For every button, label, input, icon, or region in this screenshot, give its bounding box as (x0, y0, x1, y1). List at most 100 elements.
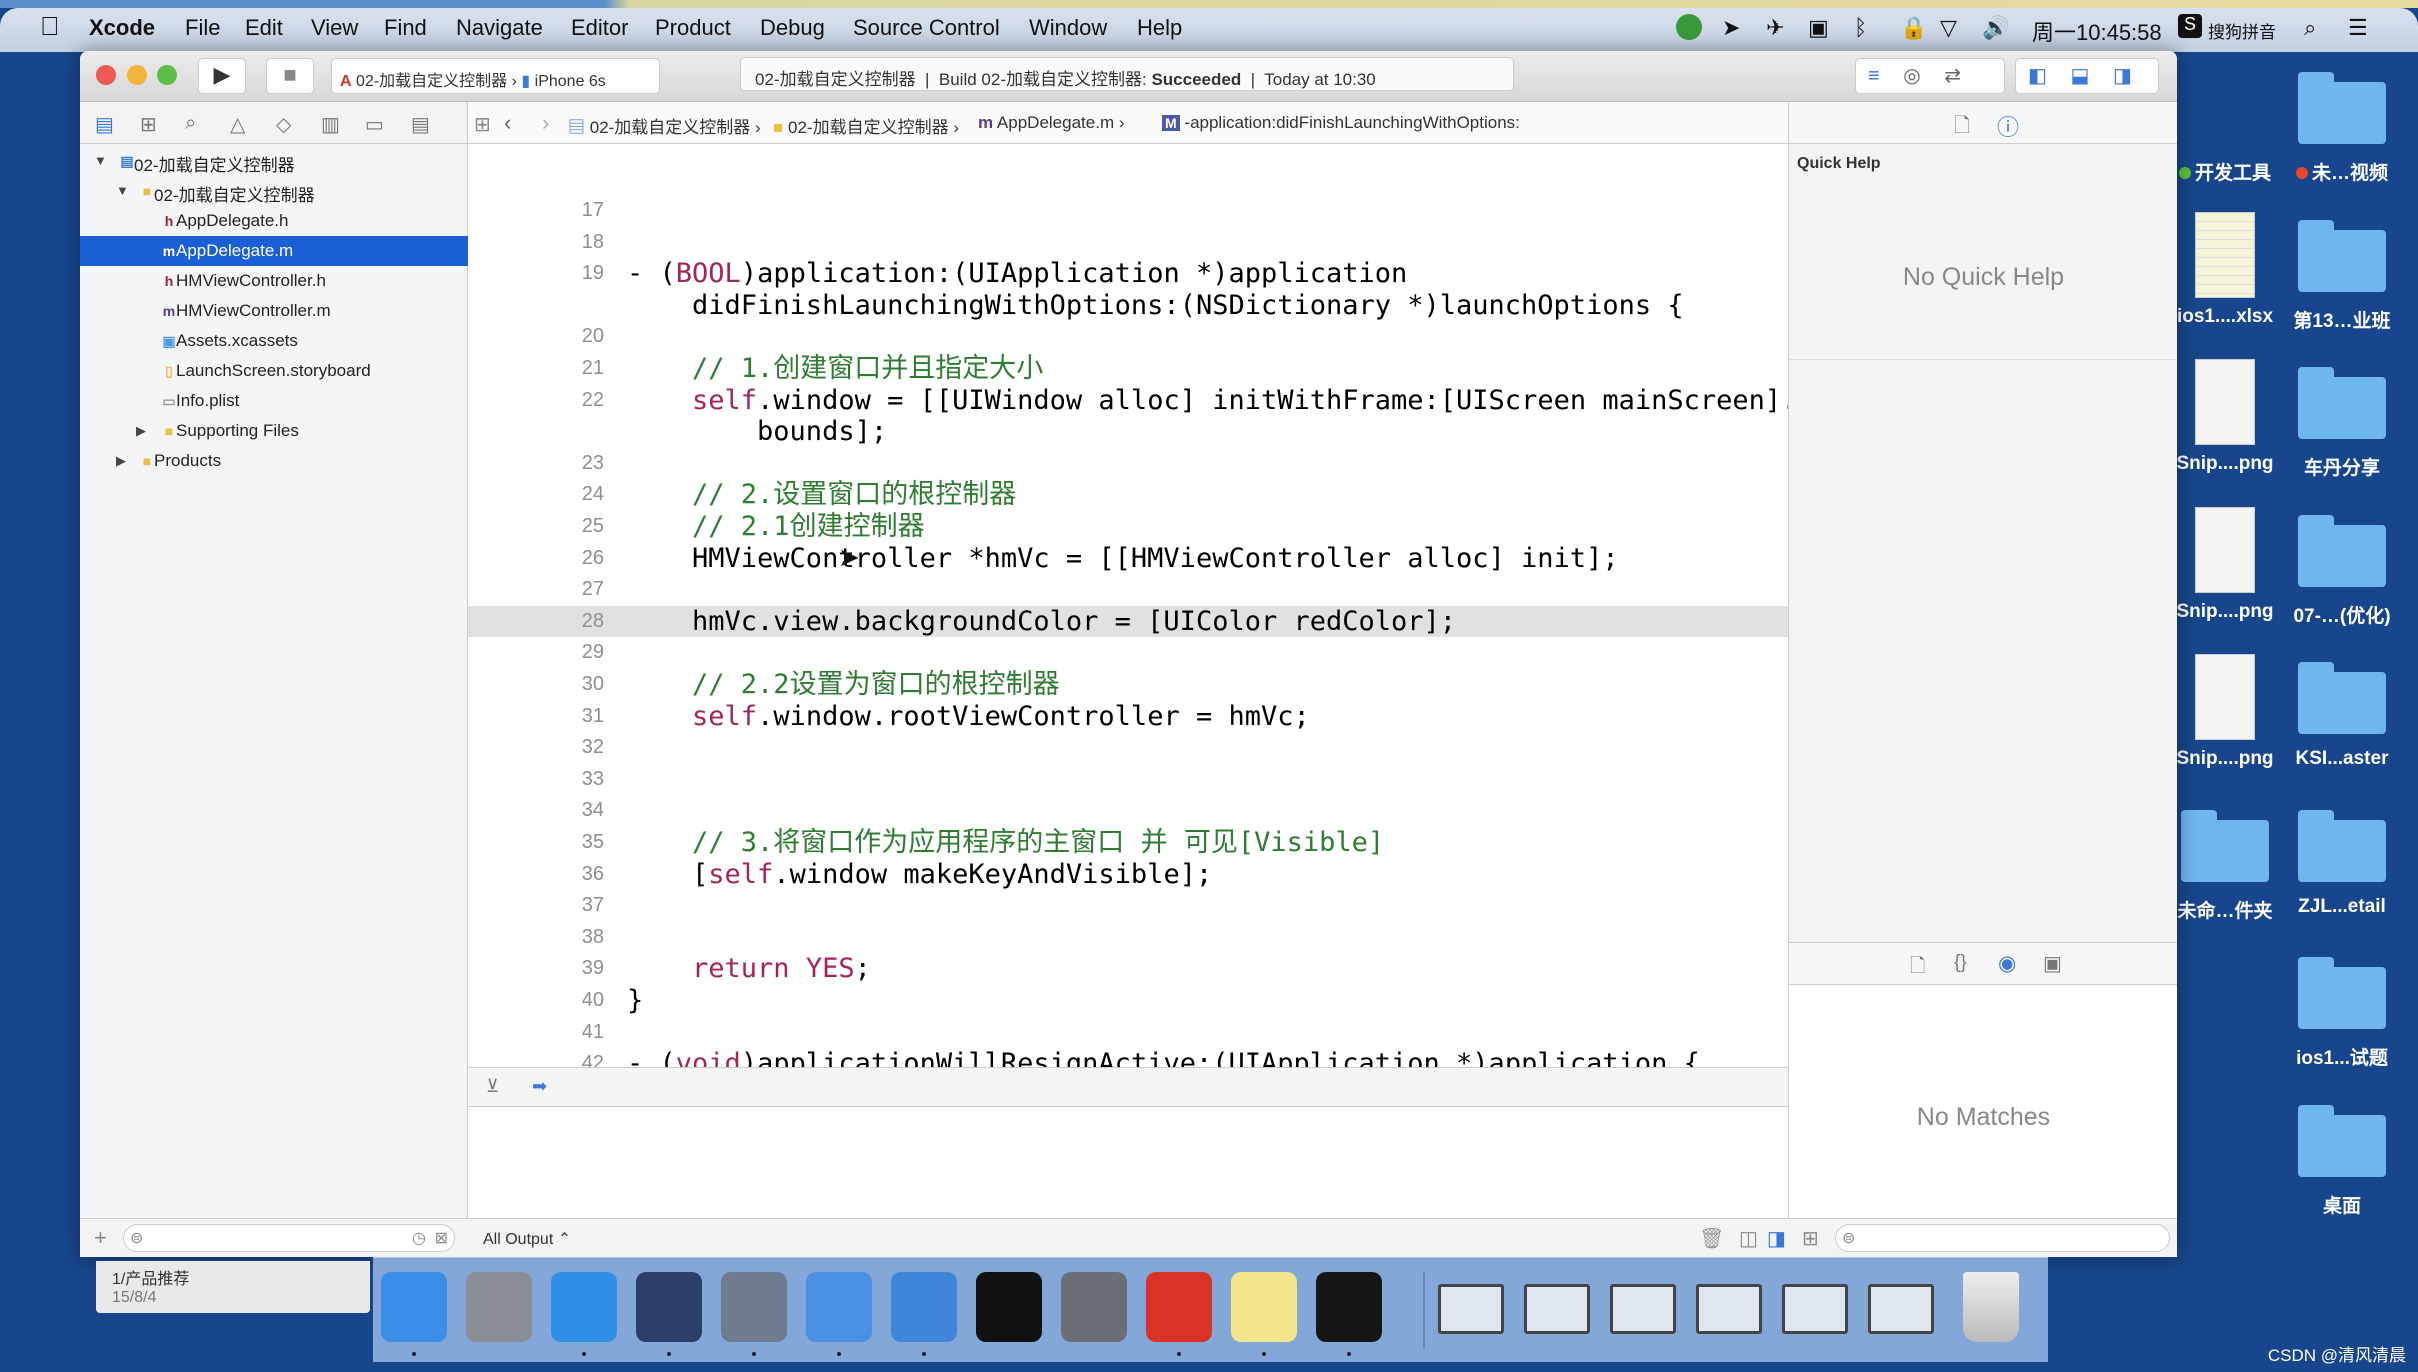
assistant-editor-icon[interactable]: ◎ (1903, 65, 1920, 87)
menu-editor[interactable]: Editor (571, 15, 628, 41)
disclosure-open-icon[interactable]: ▼ (94, 153, 107, 168)
app-green-icon[interactable] (1676, 14, 1702, 40)
lock-icon[interactable]: 🔒 (1900, 15, 1927, 41)
code-line[interactable]: 21 // 1.创建窗口并且指定大小 (468, 353, 1788, 385)
code-line[interactable]: 19 - (BOOL)application:(UIApplication *)a… (468, 258, 1788, 290)
breakpoint-navigator-icon[interactable]: ▭ (365, 112, 384, 137)
code-line[interactable]: bounds]; (468, 416, 1788, 448)
desktop-item[interactable]: Snip....png (2165, 644, 2285, 792)
file-inspector-icon[interactable]: 🗋 (1954, 111, 1970, 145)
code-line[interactable]: 36 [self.window makeKeyAndVisible]; (468, 859, 1788, 891)
xmind-icon[interactable] (1146, 1272, 1212, 1342)
code-line[interactable]: 24 // 2.设置窗口的根控制器 (468, 479, 1788, 511)
code-line[interactable]: 33 (468, 764, 1788, 796)
video-app-icon[interactable] (721, 1272, 787, 1342)
menu-source-control[interactable]: Source Control (853, 15, 1000, 41)
back-button[interactable]: ‹ (504, 110, 511, 136)
sogou-icon[interactable]: S (2178, 14, 2202, 38)
trash-icon[interactable] (1963, 1272, 2019, 1342)
navigator-item[interactable]: ▭ Info.plist (80, 386, 468, 416)
navigator-item[interactable]: ▶ ■ Supporting Files (80, 416, 468, 446)
code-line[interactable]: 37 (468, 890, 1788, 922)
menu-edit[interactable]: Edit (245, 15, 283, 41)
volume-icon[interactable]: 🔊 (1982, 15, 2009, 41)
trash-icon[interactable]: 🗑 (1699, 1226, 1724, 1251)
jump-crumb-group[interactable]: ■ 02-加载自定义控制器 › (773, 113, 959, 138)
toggle-utilities-icon[interactable]: ◨ (2113, 65, 2132, 87)
launchpad-icon[interactable] (466, 1272, 532, 1342)
navigator-item[interactable]: ▣ Assets.xcassets (80, 326, 468, 356)
desktop-item[interactable]: 未命…件夹 (2165, 792, 2285, 940)
run-button[interactable]: ▶ (198, 58, 246, 94)
window-thumb-icon[interactable] (1610, 1284, 1676, 1334)
window-thumb-icon[interactable] (1438, 1284, 1504, 1334)
navigator-item[interactable]: m HMViewController.m (80, 296, 468, 326)
code-line[interactable]: 27 (468, 574, 1788, 606)
menu-find[interactable]: Find (384, 15, 427, 41)
code-line[interactable]: 26 HMViewController *hmVc = [[HMViewCont… (468, 543, 1788, 575)
code-line[interactable]: 25 // 2.1创建控制器 (468, 511, 1788, 543)
desktop-item[interactable]: ios1...试题 (2282, 939, 2402, 1087)
version-editor-icon[interactable]: ⇄ (1944, 65, 1961, 87)
media-library-icon[interactable]: ▣ (2043, 951, 2062, 976)
report-navigator-icon[interactable]: ▤ (411, 112, 430, 137)
code-line[interactable]: 23 (468, 448, 1788, 480)
safari-icon[interactable] (551, 1272, 617, 1342)
code-line[interactable]: 39 return YES; (468, 953, 1788, 985)
airplane-icon[interactable]: ✈ (1766, 15, 1784, 41)
zoom-button[interactable] (157, 65, 177, 85)
navigator-item[interactable]: h AppDelegate.h (80, 206, 468, 236)
code-line[interactable]: 20 (468, 321, 1788, 353)
spotlight-search-icon[interactable]: ⌕ (2304, 15, 2316, 41)
quick-help-icon[interactable]: ⓘ (1997, 110, 2019, 142)
code-line[interactable]: 41 (468, 1017, 1788, 1049)
stop-button[interactable]: ■ (266, 58, 314, 94)
jump-crumb-file[interactable]: m AppDelegate.m › (978, 113, 1125, 133)
code-line[interactable]: 22 self.window = [[UIWindow alloc] initW… (468, 385, 1788, 417)
code-line[interactable]: 40} (468, 985, 1788, 1017)
minimize-button[interactable] (127, 65, 147, 85)
navigator-item[interactable]: ▯ LaunchScreen.storyboard (80, 356, 468, 386)
navigator-item[interactable]: ▼ ■ 02-加载自定义控制器 (80, 176, 468, 206)
finder-icon[interactable] (381, 1272, 447, 1342)
editor-mode-segment[interactable]: ≡ ◎ ⇄ (1855, 58, 2005, 94)
close-button[interactable] (96, 65, 116, 85)
location-icon[interactable]: ➤ (1722, 15, 1740, 41)
apple-icon[interactable]:  (40, 11, 60, 42)
navigator-item[interactable]: h HMViewController.h (80, 266, 468, 296)
library-filter-input[interactable]: ⊜ (1835, 1224, 2170, 1252)
desktop-item[interactable]: ios1....xlsx (2165, 202, 2285, 350)
scm-filter-icon[interactable]: ⊠ (435, 1228, 448, 1248)
menu-window[interactable]: Window (1029, 15, 1107, 41)
menu-debug[interactable]: Debug (760, 15, 825, 41)
project-navigator-icon[interactable]: ▤ (95, 112, 114, 137)
code-line[interactable]: 32 (468, 732, 1788, 764)
library-grid-icon[interactable]: ⊞ (1802, 1226, 1819, 1251)
issue-navigator-icon[interactable]: △ (230, 112, 245, 137)
window-thumb-icon[interactable] (1868, 1284, 1934, 1334)
related-items-icon[interactable]: ⊞ (474, 112, 491, 137)
console-view-toggle[interactable]: ◨ (1767, 1226, 1786, 1251)
menu-view[interactable]: View (311, 15, 358, 41)
disclosure-closed-icon[interactable]: ▶ (116, 453, 126, 469)
terminal-icon[interactable] (976, 1272, 1042, 1342)
code-line[interactable]: 38 (468, 922, 1788, 954)
disclosure-open-icon[interactable]: ▼ (116, 183, 129, 198)
window-thumb-icon[interactable] (1696, 1284, 1762, 1334)
test-navigator-icon[interactable]: ◇ (276, 112, 291, 137)
navigator-item[interactable]: ▶ ■ Products (80, 446, 468, 476)
hide-debug-area-icon[interactable]: ⊻ (486, 1076, 499, 1097)
toggle-debug-icon[interactable]: ⬓ (2070, 65, 2089, 87)
jump-crumb-method[interactable]: M -application:didFinishLaunchingWithOpt… (1162, 113, 1520, 133)
system-preferences-icon[interactable] (1061, 1272, 1127, 1342)
code-line[interactable]: 35 // 3.将窗口作为应用程序的主窗口 并 可见[Visible] (468, 827, 1788, 859)
window-thumb-icon[interactable] (1782, 1284, 1848, 1334)
desktop-item[interactable]: KSI...aster (2282, 644, 2402, 792)
desktop-item[interactable]: Snip....png (2165, 349, 2285, 497)
code-line[interactable]: 30 // 2.2设置为窗口的根控制器 (468, 669, 1788, 701)
desktop-item[interactable]: Snip....png (2165, 497, 2285, 645)
desktop-item[interactable]: 第13…业班 (2282, 202, 2402, 350)
symbol-navigator-icon[interactable]: ⊞ (140, 112, 157, 137)
menu-help[interactable]: Help (1137, 15, 1182, 41)
mouse-app-icon[interactable] (636, 1272, 702, 1342)
